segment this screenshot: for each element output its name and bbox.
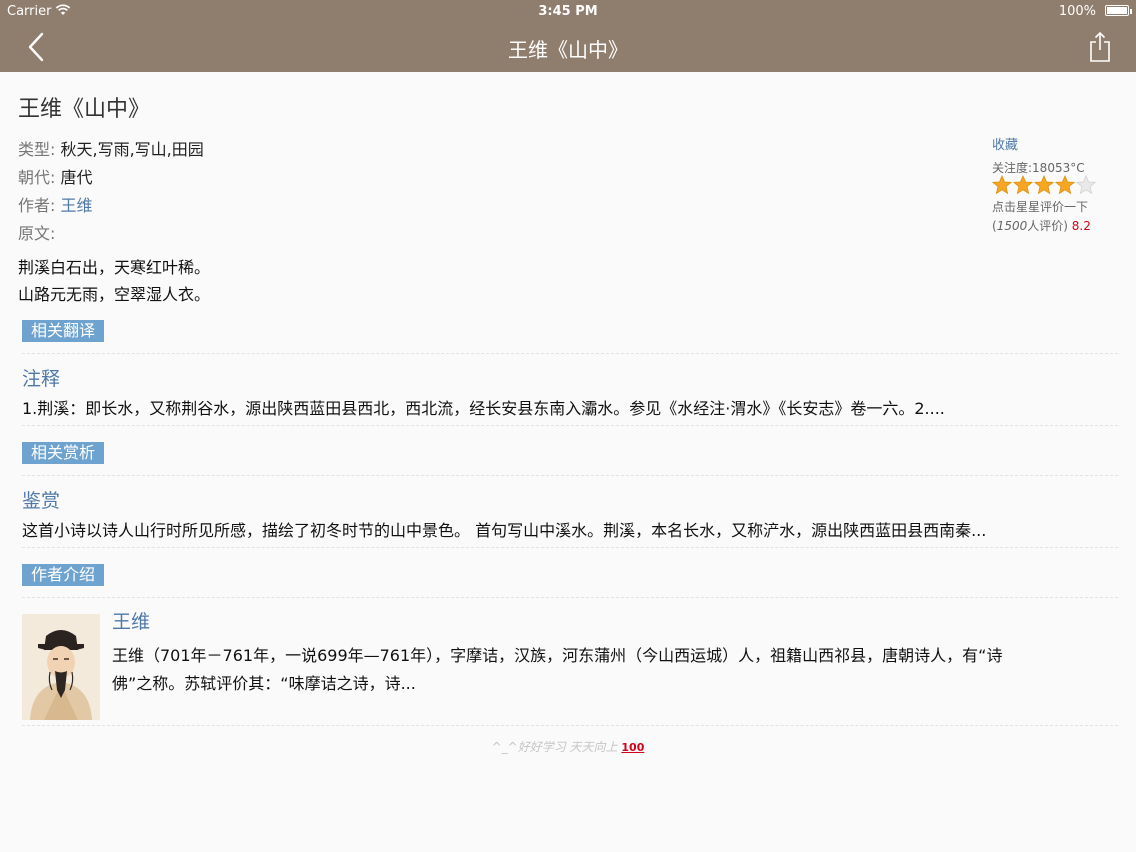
rating-info: 点击星星评价一下 (1500人评价) 8.2 [992,198,1091,234]
notes-body[interactable]: 1.荆溪：即长水，又称荆谷水，源出陕西蓝田县西北，西北流，经长安县东南入灞水。参… [22,395,1118,419]
text-row: 原文: [18,220,55,244]
rate-prompt: 点击星星评价一下 [992,200,1089,214]
type-value: 秋天,写雨,写山,田园 [60,140,204,159]
author-bio-line: 佛”之称。苏轼评价其：“味摩诘之诗，诗... [112,674,416,693]
author-name[interactable]: 王维 [112,607,150,634]
star-icon[interactable] [1013,175,1033,195]
translation-tag: 相关翻译 [22,320,105,342]
rating-score: 8.2 [1071,219,1091,233]
divider [22,597,1118,598]
type-label: 类型: [18,140,56,159]
author-portrait[interactable] [22,614,100,720]
favorite-button[interactable]: 收藏 [992,134,1085,153]
author-label: 作者: [18,196,56,215]
poem-text: 荆溪白石出，天寒红叶稀。 山路元无雨，空翠湿人衣。 [18,254,210,308]
battery-percent: 100% [1058,4,1096,19]
nav-title: 王维《山中》 [508,38,628,62]
star-icon[interactable] [992,175,1012,195]
rating-panel: 收藏 关注度:18053°C [992,134,1085,176]
poem-title: 王维《山中》 [18,97,151,122]
author-link[interactable]: 王维 [61,196,93,215]
rating-count: 1500 [996,219,1028,233]
poem-line: 荆溪白石出，天寒红叶稀。 [18,258,211,277]
divider [22,547,1118,548]
divider [22,725,1118,726]
author-row: 作者: 王维 [18,192,93,216]
author-bio[interactable]: 王维（701年－761年，一说699年—761年），字摩诘，汉族，河东蒲州（今山… [112,642,1112,698]
notes-title[interactable]: 注释 [22,364,60,391]
status-time: 3:45 PM [538,4,598,19]
star-icon[interactable] [1076,175,1096,195]
footer-text: ^_^好好学习 天天向上 [491,740,618,754]
share-icon[interactable] [1086,30,1114,64]
nav-bar: 王维《山中》 [0,24,1136,72]
text-label: 原文: [18,224,56,243]
top-bar: Carrier 3:45 PM 100% 王维《山中》 [0,0,1136,72]
hundred-points-icon: 100 [621,741,645,754]
author-intro-tag: 作者介绍 [22,564,105,586]
star-icon[interactable] [1034,175,1054,195]
star-rating[interactable] [992,175,1097,195]
appreciation-body[interactable]: 这首小诗以诗人山行时所见所感，描绘了初冬时节的山中景色。 首句写山中溪水。荆溪，… [22,517,1118,541]
type-row: 类型: 秋天,写雨,写山,田园 [18,136,204,160]
star-icon[interactable] [1055,175,1075,195]
battery-icon [1105,5,1132,16]
author-bio-line: 王维（701年－761年，一说699年—761年），字摩诘，汉族，河东蒲州（今山… [112,646,1003,665]
divider [22,425,1118,426]
divider [22,475,1118,476]
dynasty-value: 唐代 [60,168,93,187]
status-bar: Carrier 3:45 PM 100% [0,0,1136,24]
appreciation-title[interactable]: 鉴赏 [22,486,60,513]
dynasty-row: 朝代: 唐代 [18,164,93,188]
rating-count-suffix: 人评价) [1027,219,1068,233]
appreciation-tag: 相关赏析 [22,442,105,464]
poem-line: 山路元无雨，空翠湿人衣。 [18,285,211,304]
footer: ^_^好好学习 天天向上 100 [0,738,1136,755]
divider [22,353,1118,354]
attention-label: 关注度:18053°C [992,161,1085,175]
dynasty-label: 朝代: [18,168,56,187]
